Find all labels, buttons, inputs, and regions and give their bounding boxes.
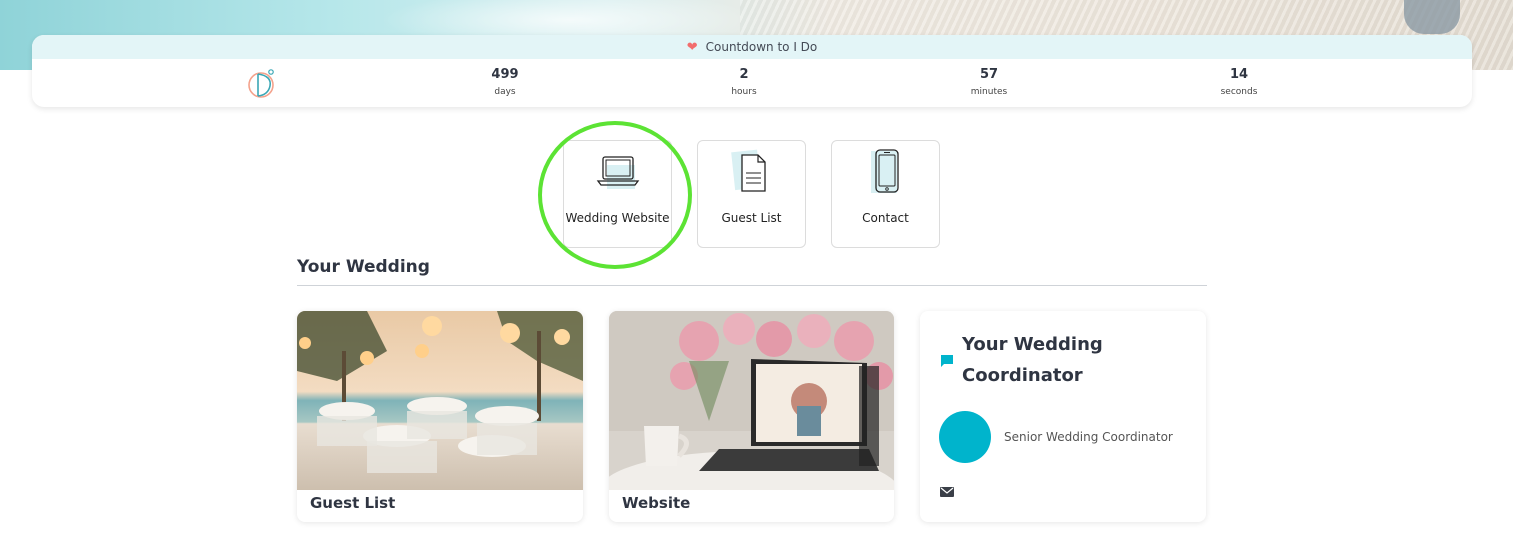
mail-icon[interactable] xyxy=(940,483,954,502)
laptop-flowers-image xyxy=(609,311,894,522)
guest-list-caption: Guest List xyxy=(310,494,396,512)
brand-logo-icon[interactable] xyxy=(246,66,280,100)
days-label: days xyxy=(494,87,516,97)
minutes-value: 57 xyxy=(979,67,999,82)
section-divider xyxy=(297,285,1207,286)
coordinator-role: Senior Wedding Coordinator xyxy=(1004,430,1173,444)
highlight-circle xyxy=(538,121,692,269)
countdown-seconds: 14 seconds xyxy=(1199,66,1279,98)
coordinator-title: Your Wedding Coordinator xyxy=(962,334,1103,386)
hours-value: 2 xyxy=(739,67,749,82)
countdown-hours: 2 hours xyxy=(704,66,784,98)
guest-list-link[interactable]: Guest List xyxy=(697,140,806,248)
countdown-title: Countdown to I Do xyxy=(705,40,818,54)
coordinator-card: Your Wedding Coordinator Senior Wedding … xyxy=(920,311,1206,522)
seconds-label: seconds xyxy=(1220,87,1258,97)
minutes-label: minutes xyxy=(970,87,1008,97)
contact-link[interactable]: Contact xyxy=(831,140,940,248)
heart-icon: ❤ xyxy=(686,39,698,55)
countdown-days: 499 days xyxy=(465,66,545,98)
phone-icon xyxy=(832,149,939,197)
website-card[interactable]: Website xyxy=(609,311,894,522)
coordinator-avatar xyxy=(939,411,991,463)
days-value: 499 xyxy=(491,67,519,82)
guest-list-label: Guest List xyxy=(721,211,782,225)
contact-label: Contact xyxy=(862,211,909,225)
hero-figure xyxy=(1404,0,1460,34)
chat-icon xyxy=(940,353,954,372)
section-title: Your Wedding xyxy=(297,257,430,277)
website-caption: Website xyxy=(622,494,691,512)
seconds-value: 14 xyxy=(1229,67,1249,82)
hours-label: hours xyxy=(731,87,757,97)
guest-list-card[interactable]: Guest List xyxy=(297,311,583,522)
document-icon xyxy=(698,149,805,197)
countdown-card: ❤ Countdown to I Do 499 days 2 hours 57 … xyxy=(32,35,1472,107)
countdown-header: ❤ Countdown to I Do xyxy=(32,35,1472,59)
beach-reception-image xyxy=(297,311,583,490)
countdown-minutes: 57 minutes xyxy=(949,66,1029,98)
